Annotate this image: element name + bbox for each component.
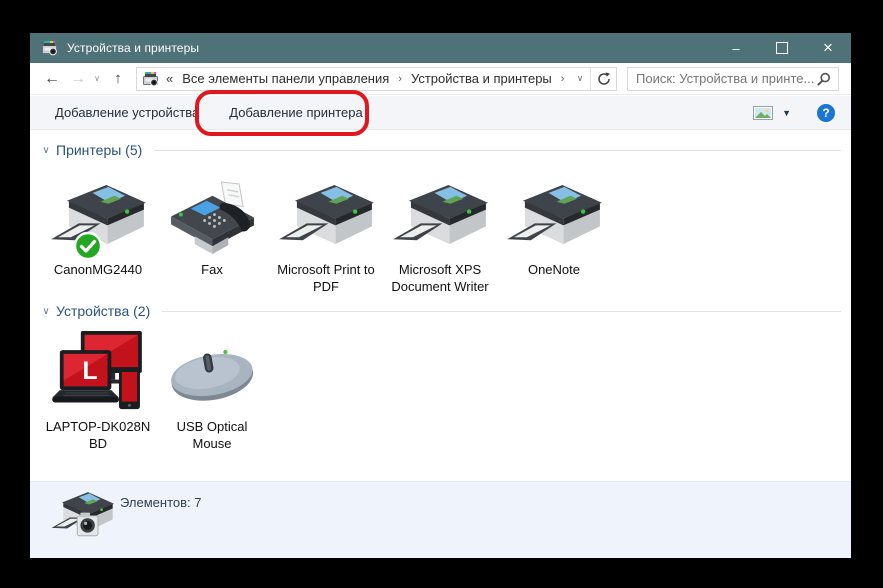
device-item-mouse[interactable]: USB Optical Mouse: [159, 329, 265, 452]
printers-section-header: ∨ Принтеры (5): [30, 140, 841, 160]
address-bar[interactable]: « Все элементы панели управления › Устро…: [136, 67, 617, 91]
minimize-icon: –: [732, 41, 739, 56]
breadcrumb-item-control-panel[interactable]: Все элементы панели управления: [182, 71, 389, 86]
up-icon: ↑: [114, 70, 122, 87]
item-label: Microsoft Print to PDF: [273, 262, 379, 295]
refresh-icon: [597, 72, 611, 86]
title-bar: Устройства и принтеры – ×: [30, 33, 851, 63]
items-view: ∨ Принтеры (5) CanonMG2440 Fax: [30, 130, 851, 481]
printer-icon: [393, 181, 488, 256]
printer-item-fax[interactable]: Fax: [159, 176, 265, 295]
location-icon: [143, 71, 159, 87]
breadcrumb-separator-icon[interactable]: ›: [398, 73, 402, 85]
search-icon[interactable]: [817, 72, 831, 86]
mouse-icon: [166, 345, 258, 405]
close-button[interactable]: ×: [805, 33, 851, 63]
section-divider: [154, 150, 841, 151]
devices-and-printers-window: Устройства и принтеры – × ← → ∨ ↑ « Все …: [30, 33, 851, 558]
chevron-down-icon: ∨: [94, 74, 100, 83]
command-bar: Добавление устройства Добавление принтер…: [30, 96, 851, 130]
item-label: OneNote: [528, 262, 580, 279]
laptop-screen-letter: L: [79, 357, 101, 386]
item-label: CanonMG2440: [54, 262, 142, 279]
default-printer-check-icon: [73, 231, 103, 261]
printer-item-onenote[interactable]: OneNote: [501, 176, 607, 295]
view-options-icon[interactable]: [753, 106, 773, 120]
collapse-chevron-icon[interactable]: ∨: [38, 145, 54, 156]
printers-section-title[interactable]: Принтеры (5): [56, 142, 142, 158]
forward-button[interactable]: →: [66, 70, 90, 88]
breadcrumb-overflow-icon[interactable]: «: [166, 71, 173, 86]
refresh-button[interactable]: [590, 68, 616, 90]
breadcrumb-separator-icon[interactable]: ›: [561, 73, 565, 85]
devices-section-header: ∨ Устройства (2): [30, 301, 841, 321]
fax-icon: [165, 181, 260, 256]
maximize-button[interactable]: [759, 33, 805, 63]
printer-item-xps-writer[interactable]: Microsoft XPS Document Writer: [387, 176, 493, 295]
window-title: Устройства и принтеры: [67, 41, 199, 55]
printer-item-print-to-pdf[interactable]: Microsoft Print to PDF: [273, 176, 379, 295]
view-options-dropdown-icon[interactable]: ▼: [782, 108, 791, 118]
address-dropdown[interactable]: ∨: [570, 73, 590, 84]
item-label: Fax: [201, 262, 223, 279]
printer-camera-icon: [50, 488, 114, 550]
printers-row: CanonMG2440 Fax Microsoft Print to PDF: [45, 176, 615, 295]
search-input[interactable]: [628, 71, 815, 86]
add-device-button[interactable]: Добавление устройства: [52, 105, 202, 120]
printer-icon: [279, 181, 374, 256]
items-count: Элементов: 7: [120, 495, 201, 510]
printer-icon: [507, 181, 602, 256]
device-item-laptop[interactable]: L LAPTOP-DK028N BD: [45, 329, 151, 452]
item-label: Microsoft XPS Document Writer: [387, 262, 493, 295]
collapse-chevron-icon[interactable]: ∨: [38, 306, 54, 317]
recent-pages-dropdown[interactable]: ∨: [90, 74, 104, 83]
add-printer-button[interactable]: Добавление принтера: [226, 105, 365, 120]
app-icon: [42, 40, 58, 56]
screenshot-background: Устройства и принтеры – × ← → ∨ ↑ « Все …: [0, 0, 883, 588]
close-icon: ×: [823, 38, 833, 58]
devices-row: L LAPTOP-DK028N BD USB Optical Mouse: [45, 329, 273, 452]
help-icon: ?: [822, 106, 829, 120]
breadcrumb-item-devices-printers[interactable]: Устройства и принтеры: [411, 71, 552, 86]
forward-icon: →: [70, 70, 86, 88]
minimize-button[interactable]: –: [713, 33, 759, 63]
details-pane: Элементов: 7: [30, 481, 851, 558]
section-divider: [162, 311, 841, 312]
up-button[interactable]: ↑: [104, 70, 132, 87]
devices-section-title[interactable]: Устройства (2): [56, 303, 150, 319]
help-button[interactable]: ?: [817, 104, 835, 122]
item-label: USB Optical Mouse: [159, 419, 265, 452]
printer-item-canonmg2440[interactable]: CanonMG2440: [45, 176, 151, 295]
item-label: LAPTOP-DK028N BD: [45, 419, 151, 452]
maximize-icon: [776, 42, 788, 54]
navigation-bar: ← → ∨ ↑ « Все элементы панели управления…: [30, 63, 851, 95]
search-box: [627, 67, 839, 91]
back-button[interactable]: ←: [38, 70, 66, 88]
back-icon: ←: [44, 70, 60, 88]
